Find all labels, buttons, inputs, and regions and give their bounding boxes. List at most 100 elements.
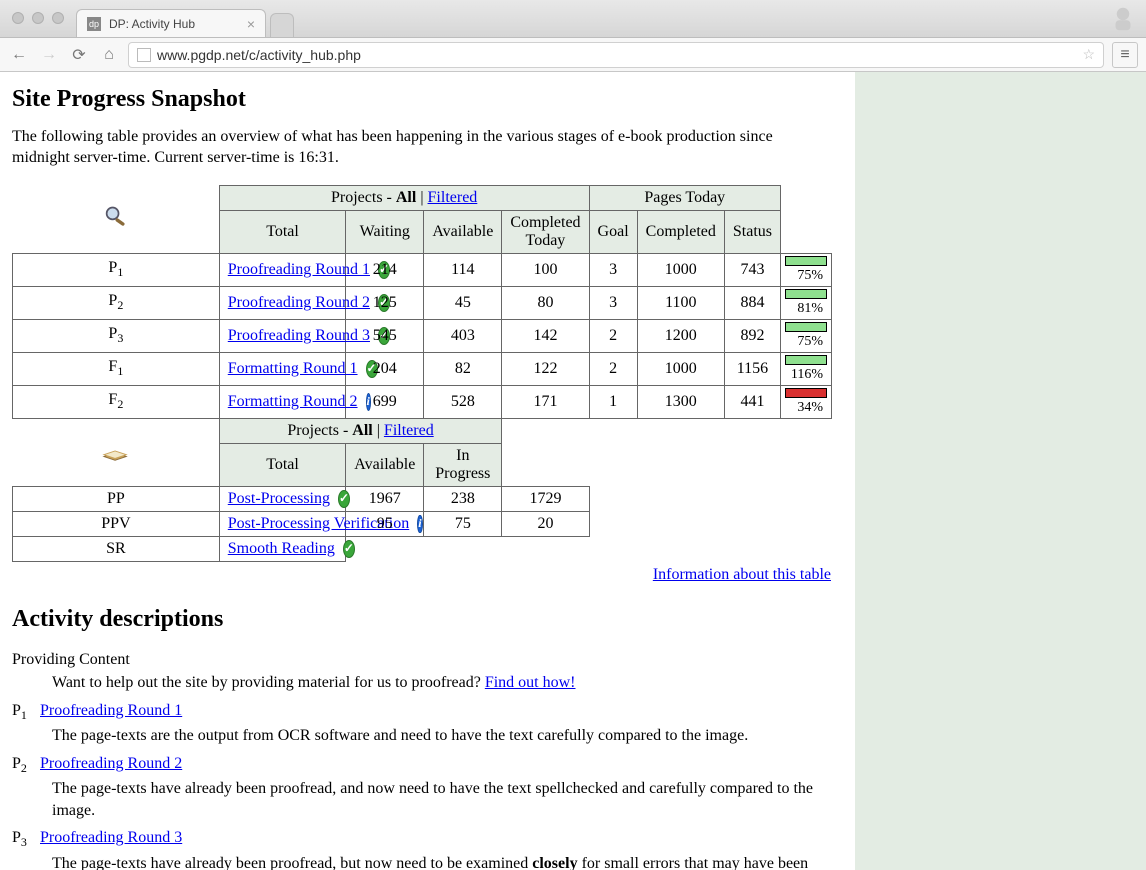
cell-status: 81%: [781, 286, 832, 319]
bookmark-star-icon[interactable]: ☆: [1082, 46, 1095, 63]
round-link[interactable]: Smooth Reading: [228, 540, 335, 558]
browser-tab[interactable]: dp DP: Activity Hub ×: [76, 9, 266, 37]
cell-available: 142: [502, 319, 589, 352]
cell-waiting: 82: [424, 352, 502, 385]
col-completed: Completed: [637, 210, 724, 253]
col-completed-today: CompletedToday: [502, 210, 589, 253]
back-button[interactable]: ←: [8, 44, 30, 66]
filtered-link-2[interactable]: Filtered: [384, 422, 434, 439]
cell-waiting: 45: [424, 286, 502, 319]
cell-waiting: 528: [424, 385, 502, 418]
cell-goal: 1300: [637, 385, 724, 418]
filtered-link[interactable]: Filtered: [428, 189, 478, 206]
forward-button[interactable]: →: [38, 44, 60, 66]
right-sidebar: [855, 72, 1146, 870]
cell-completed: 743: [724, 253, 780, 286]
progress-pct: 116%: [785, 367, 827, 383]
cell-goal: 1000: [637, 352, 724, 385]
browser-tab-strip: dp DP: Activity Hub ×: [0, 0, 1146, 38]
cell-waiting: 114: [424, 253, 502, 286]
url-text: www.pgdp.net/c/activity_hub.php: [157, 47, 361, 63]
round-link[interactable]: Proofreading Round 3: [228, 327, 370, 345]
minimize-window-icon[interactable]: [32, 12, 44, 24]
cell-completed: 884: [724, 286, 780, 319]
table-row: P1Proofreading Round 1✓21411410031000743…: [13, 253, 832, 286]
p1-link[interactable]: Proofreading Round 1: [40, 702, 182, 719]
p2-link[interactable]: Proofreading Round 2: [40, 755, 182, 772]
progress-bar-icon: [785, 355, 827, 365]
col-waiting: Waiting: [346, 210, 424, 253]
round-link[interactable]: Formatting Round 2: [228, 393, 358, 411]
incognito-robot-icon: [1108, 4, 1138, 34]
zoom-window-icon[interactable]: [52, 12, 64, 24]
tab-title: DP: Activity Hub: [109, 17, 195, 31]
table-row: P3Proofreading Round 3✓54540314221200892…: [13, 319, 832, 352]
cell-available: 75: [424, 511, 502, 536]
providing-content-body: Want to help out the site by providing m…: [52, 672, 832, 694]
progress-pct: 81%: [785, 301, 827, 317]
main-content: Site Progress Snapshot The following tab…: [0, 72, 855, 870]
status-info-icon: i: [366, 393, 371, 411]
table-row: PPVPost-Processing Verificationi957520: [13, 511, 832, 536]
cell-goal: 1000: [637, 253, 724, 286]
status-info-icon: i: [417, 515, 422, 533]
home-button[interactable]: ⌂: [98, 44, 120, 66]
round-code: SR: [13, 536, 220, 561]
status-ok-icon: ✓: [338, 490, 350, 508]
browser-toolbar: ← → ⟳ ⌂ www.pgdp.net/c/activity_hub.php …: [0, 38, 1146, 72]
cell-available: 100: [502, 253, 589, 286]
new-tab-button[interactable]: [270, 13, 294, 37]
col-inprogress: In Progress: [424, 443, 502, 486]
round-link[interactable]: Post-Processing: [228, 490, 330, 508]
round-code: PP: [13, 486, 220, 511]
table-row: F2Formatting Round 2i6995281711130044134…: [13, 385, 832, 418]
cell-status: 75%: [781, 253, 832, 286]
close-window-icon[interactable]: [12, 12, 24, 24]
providing-content-label: Providing Content: [12, 649, 843, 671]
intro-text: The following table provides an overview…: [12, 127, 792, 169]
round-link[interactable]: Proofreading Round 2: [228, 294, 370, 312]
round-code: P1: [13, 253, 220, 286]
pages-today-header: Pages Today: [589, 185, 780, 210]
cell-completed: 892: [724, 319, 780, 352]
cell-goal: 1200: [637, 319, 724, 352]
col-available: Available: [424, 210, 502, 253]
address-bar[interactable]: www.pgdp.net/c/activity_hub.php ☆: [128, 42, 1104, 68]
round-code: F2: [13, 385, 220, 418]
favicon-icon: dp: [87, 17, 101, 31]
cell-available: 171: [502, 385, 589, 418]
activity-descriptions-heading: Activity descriptions: [12, 606, 843, 633]
round-code: F1: [13, 352, 220, 385]
window-traffic-lights[interactable]: [12, 12, 64, 24]
round-code: P3: [13, 319, 220, 352]
browser-menu-button[interactable]: ≡: [1112, 42, 1138, 68]
round-link[interactable]: Proofreading Round 1: [228, 261, 370, 279]
progress-pct: 75%: [785, 268, 827, 284]
cell-completed: 1156: [724, 352, 780, 385]
cell-inprogress: 1729: [502, 486, 589, 511]
progress-table: Projects - All | Filtered Pages Today To…: [12, 185, 832, 562]
magnifier-icon: [99, 203, 133, 229]
info-about-table-link[interactable]: Information about this table: [653, 566, 831, 583]
find-out-how-link[interactable]: Find out how!: [485, 674, 576, 691]
col-status: Status: [724, 210, 780, 253]
p1-body: The page-texts are the output from OCR s…: [52, 725, 832, 747]
cell-total: 1967: [346, 486, 424, 511]
book-icon: [102, 439, 130, 461]
tab-close-icon[interactable]: ×: [247, 16, 255, 32]
round-code: P2: [13, 286, 220, 319]
p3-link[interactable]: Proofreading Round 3: [40, 829, 182, 846]
p2-body: The page-texts have already been proofre…: [52, 778, 832, 821]
round-label-cell: Proofreading Round 2✓: [219, 286, 346, 319]
round-label-cell: Post-Processing Verificationi: [219, 511, 346, 536]
round-label-cell: Formatting Round 1✓: [219, 352, 346, 385]
page-title: Site Progress Snapshot: [12, 86, 843, 113]
round-link[interactable]: Formatting Round 1: [228, 360, 358, 378]
reload-button[interactable]: ⟳: [68, 44, 90, 66]
cell-available: 122: [502, 352, 589, 385]
cell-status: 116%: [781, 352, 832, 385]
status-ok-icon: ✓: [343, 540, 355, 558]
progress-pct: 75%: [785, 334, 827, 350]
cell-status: 34%: [781, 385, 832, 418]
cell-completed-today: 3: [589, 253, 637, 286]
